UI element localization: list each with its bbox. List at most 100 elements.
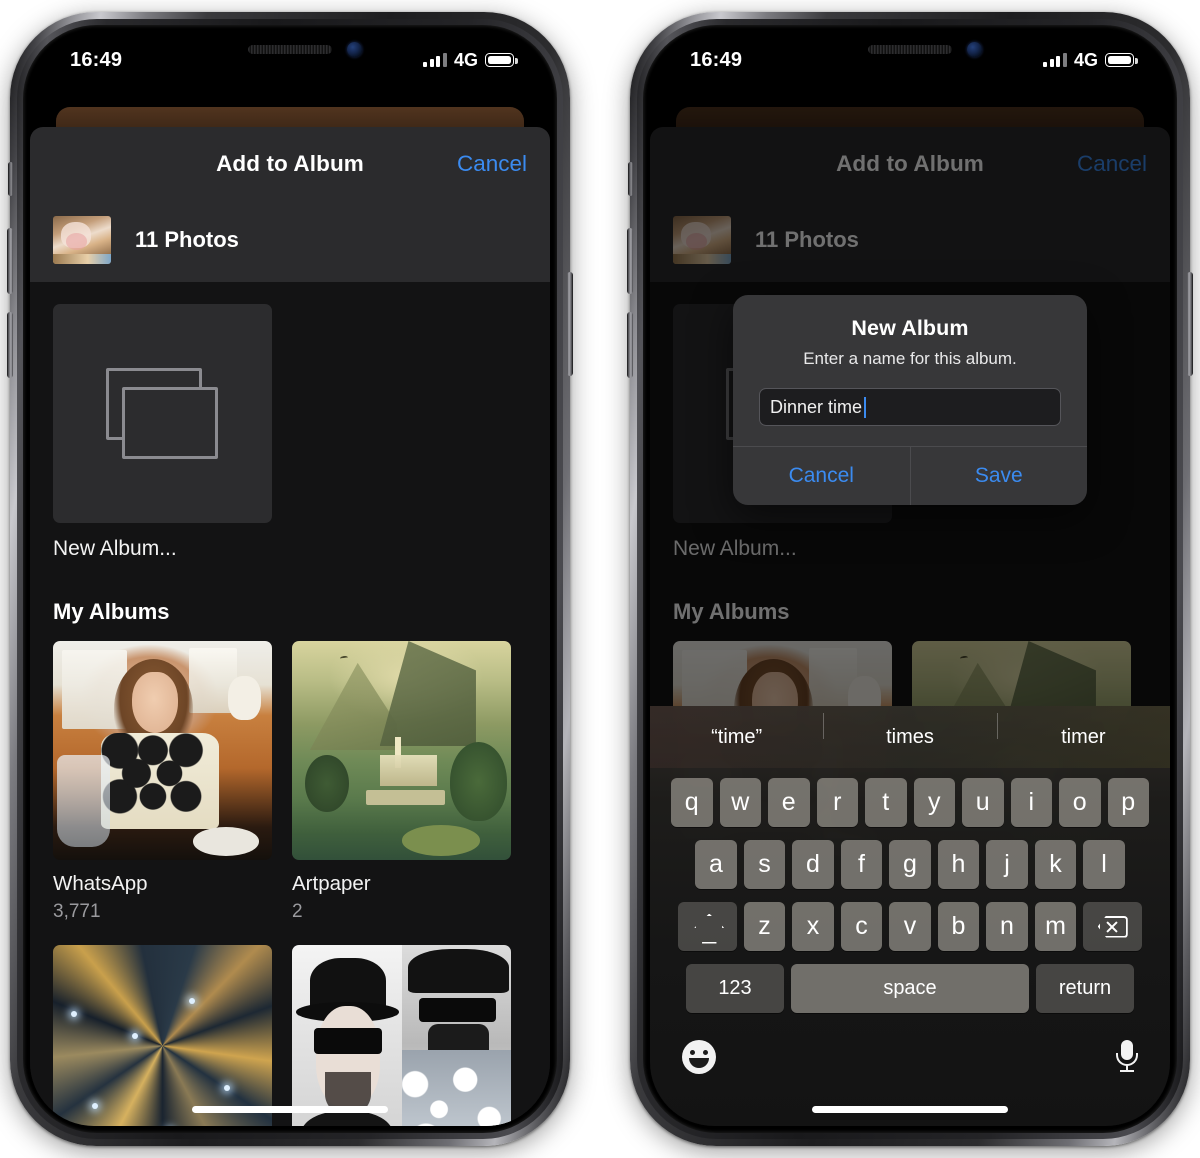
album-card[interactable]: WhatsApp 3,771 (53, 641, 272, 923)
suggestion-chip[interactable]: timer (996, 712, 1170, 749)
keyboard-row-2: a s d f g h j k l (654, 840, 1166, 889)
new-album-entry[interactable]: New Album... (30, 282, 550, 561)
microphone-icon[interactable] (1116, 1040, 1138, 1074)
key-v[interactable]: v (889, 902, 931, 951)
front-camera-icon (347, 42, 362, 57)
key-a[interactable]: a (695, 840, 737, 889)
stacked-rectangles-icon (105, 367, 220, 460)
alert-save-button[interactable]: Save (909, 447, 1088, 505)
album-name: WhatsApp (53, 872, 148, 895)
battery-icon (485, 53, 518, 67)
power-button[interactable] (567, 272, 573, 376)
mute-switch[interactable] (8, 162, 13, 196)
key-w[interactable]: w (719, 778, 761, 827)
network-type-label: 4G (1073, 49, 1098, 70)
shift-key[interactable] (677, 902, 737, 951)
key-l[interactable]: l (1083, 840, 1125, 889)
earpiece-speaker-icon (248, 45, 332, 54)
album-name-input[interactable]: Dinner time (759, 388, 1061, 426)
sheet-cancel-button[interactable]: Cancel (457, 151, 527, 177)
album-cover-image (292, 641, 511, 860)
album-card[interactable] (53, 945, 272, 1126)
sheet-titlebar: Add to Album Cancel (30, 127, 550, 201)
mute-switch[interactable] (628, 162, 633, 196)
status-time: 16:49 (70, 48, 123, 71)
phone-screen-right: Add to Album Cancel 11 Photos (650, 32, 1170, 1126)
front-camera-icon (967, 42, 982, 57)
key-m[interactable]: m (1034, 902, 1077, 951)
add-to-album-sheet: Add to Album Cancel 11 Photos (30, 127, 550, 1126)
album-name-input-value: Dinner time (770, 396, 863, 417)
key-c[interactable]: c (840, 902, 883, 951)
return-key[interactable]: return (1036, 964, 1134, 1013)
text-caret (864, 396, 867, 418)
key-o[interactable]: o (1059, 778, 1101, 827)
volume-up-button[interactable] (627, 228, 633, 294)
key-u[interactable]: u (962, 778, 1004, 827)
earpiece-speaker-icon (868, 45, 952, 54)
key-q[interactable]: q (671, 778, 713, 827)
volume-down-button[interactable] (627, 312, 633, 378)
album-count: 2 (292, 901, 303, 922)
status-indicators: 4G (1043, 49, 1138, 71)
my-albums-section-title: My Albums (53, 599, 170, 624)
new-album-tile[interactable] (53, 304, 272, 523)
alert-message: Enter a name for this album. (803, 349, 1017, 368)
phone-left: 16:49 4G Add to Album Cancel 11 Photos N… (7, 12, 573, 1146)
cellular-signal-icon (423, 53, 447, 67)
key-s[interactable]: s (743, 840, 786, 889)
volume-down-button[interactable] (7, 312, 13, 378)
alert-content: New Album Enter a name for this album. D… (733, 295, 1087, 446)
volume-up-button[interactable] (7, 228, 13, 294)
battery-icon (1105, 53, 1138, 67)
backspace-key[interactable] (1083, 902, 1143, 951)
key-i[interactable]: i (1010, 778, 1052, 827)
status-indicators: 4G (423, 49, 518, 71)
selection-count-label: 11 Photos (135, 227, 239, 252)
on-screen-keyboard: “time” times timer q w e r t y u i o p a… (650, 706, 1170, 1126)
predictive-suggestion-bar: “time” times timer (650, 706, 1170, 768)
numbers-key[interactable]: 123 (686, 964, 784, 1013)
home-indicator[interactable] (192, 1106, 388, 1113)
key-n[interactable]: n (986, 902, 1028, 951)
key-r[interactable]: r (816, 778, 858, 827)
key-x[interactable]: x (792, 902, 834, 951)
key-z[interactable]: z (743, 902, 786, 951)
key-e[interactable]: e (768, 778, 810, 827)
key-h[interactable]: h (937, 840, 980, 889)
selection-thumbnail (53, 216, 111, 264)
key-b[interactable]: b (937, 902, 980, 951)
network-type-label: 4G (453, 49, 478, 70)
selection-summary-row: 11 Photos (30, 201, 550, 279)
keyboard-row-3: z x c v b n m (654, 902, 1166, 951)
alert-cancel-button[interactable]: Cancel (733, 447, 910, 505)
key-g[interactable]: g (889, 840, 931, 889)
sheet-title: Add to Album (216, 151, 364, 176)
home-indicator[interactable] (812, 1106, 1008, 1113)
status-time: 16:49 (690, 48, 743, 71)
suggestion-chip[interactable]: times (823, 712, 996, 749)
album-count: 3,771 (53, 901, 101, 922)
key-d[interactable]: d (792, 840, 834, 889)
key-j[interactable]: j (986, 840, 1028, 889)
sheet-body: New Album... My Albums WhatsApp 3,771 (30, 282, 550, 1126)
new-album-label: New Album... (53, 537, 177, 560)
key-k[interactable]: k (1034, 840, 1077, 889)
power-button[interactable] (1187, 272, 1193, 376)
keyboard-bottom-bar (650, 1026, 1170, 1084)
album-card[interactable] (292, 945, 511, 1126)
cellular-signal-icon (1043, 53, 1067, 67)
space-key[interactable]: space (791, 964, 1029, 1013)
key-f[interactable]: f (840, 840, 883, 889)
album-cover-image (53, 641, 272, 860)
emoji-smiley-icon[interactable] (682, 1040, 716, 1074)
new-album-alert: New Album Enter a name for this album. D… (733, 295, 1087, 505)
album-card[interactable]: Artpaper 2 (292, 641, 511, 923)
key-t[interactable]: t (865, 778, 907, 827)
suggestion-chip[interactable]: “time” (650, 726, 823, 749)
keyboard-row-1: q w e r t y u i o p (654, 778, 1166, 827)
key-p[interactable]: p (1107, 778, 1149, 827)
phone-right: Add to Album Cancel 11 Photos (627, 12, 1193, 1146)
keyboard-rows: q w e r t y u i o p a s d f g h j k l z … (650, 768, 1170, 1013)
key-y[interactable]: y (913, 778, 955, 827)
